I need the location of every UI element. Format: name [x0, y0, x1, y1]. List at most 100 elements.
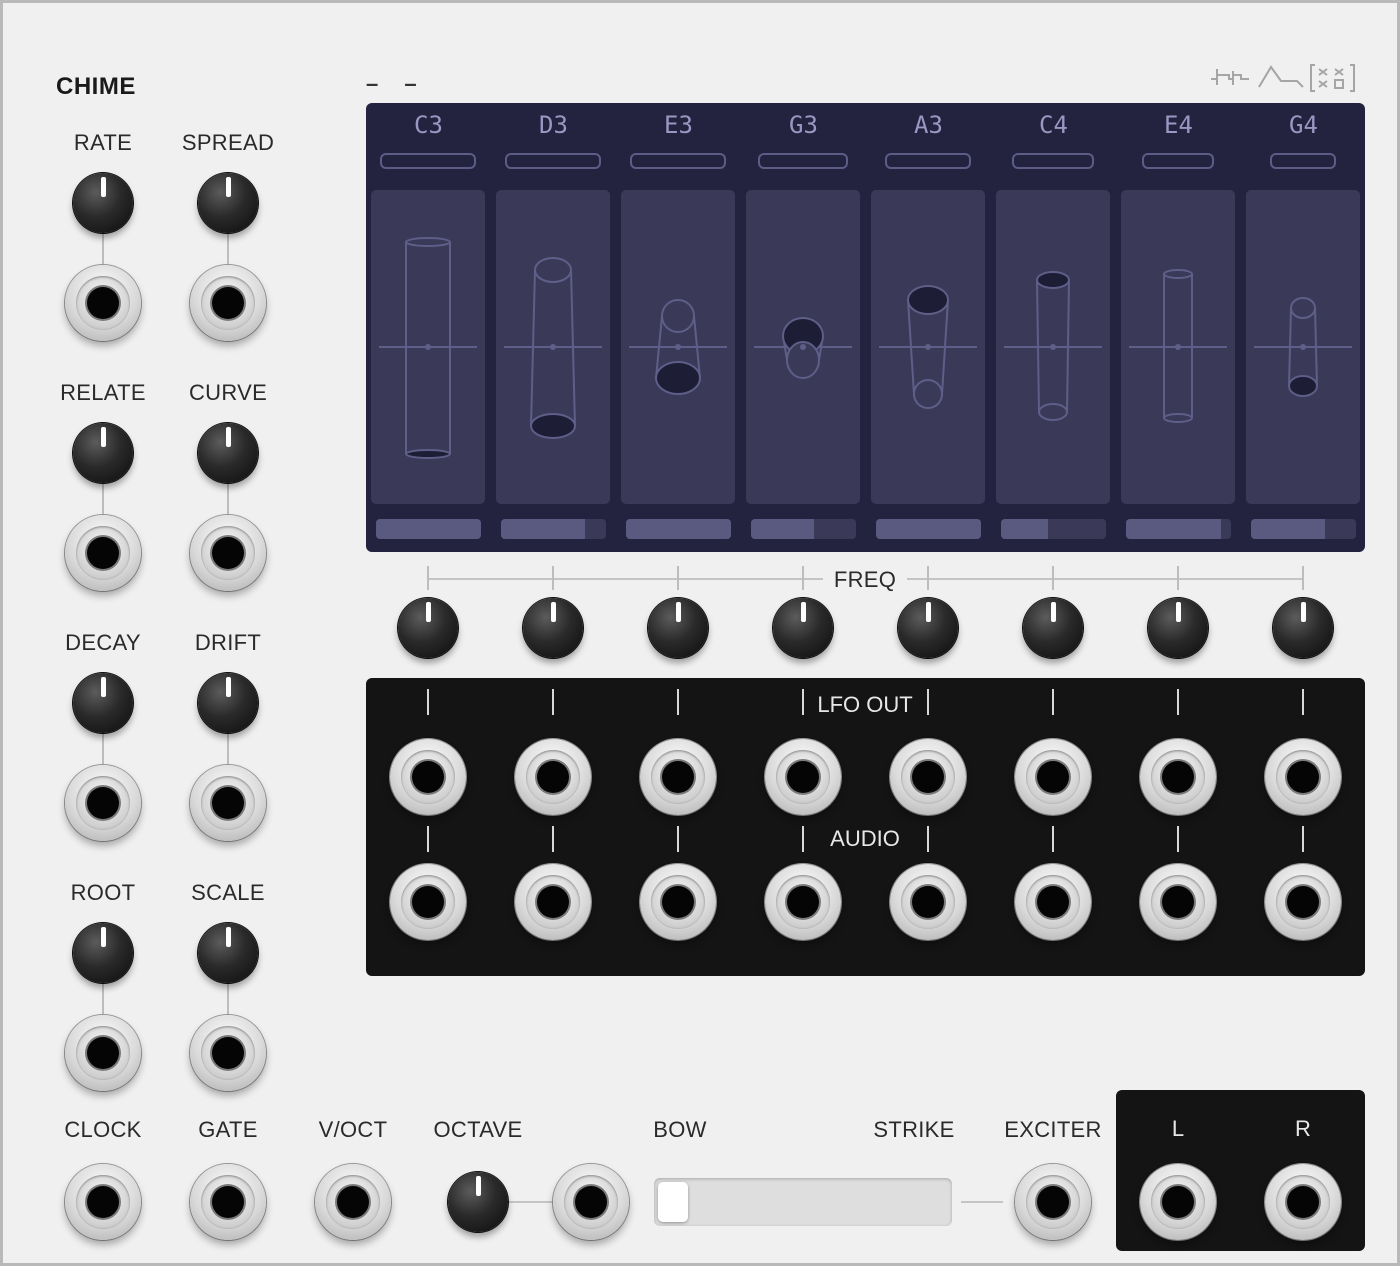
lfo-out-jack-a3[interactable]: [890, 739, 966, 815]
note-label-g4: G4: [1289, 111, 1318, 139]
resonator-column-g4: [1246, 190, 1360, 504]
gate-input-jack[interactable]: [190, 1164, 266, 1240]
level-meter-d3: [501, 519, 606, 539]
lfo-out-tick-c3: [427, 689, 429, 715]
chime-module-panel: CHIME – – RATE SPREAD RELATE CURVE DECAY DRIF…: [0, 0, 1400, 1266]
output-l-jack[interactable]: [1140, 1164, 1216, 1240]
lfo-out-jack-g4[interactable]: [1265, 739, 1341, 815]
level-meter-fill-d3: [501, 519, 585, 539]
cylinder-graphic-e4: [1129, 269, 1227, 423]
lfo-out-jack-c3[interactable]: [390, 739, 466, 815]
lfo-out-jack-e4[interactable]: [1140, 739, 1216, 815]
resonator-column-d3: [496, 190, 610, 504]
resonator-column-c4: [996, 190, 1110, 504]
note-label-a3: A3: [914, 111, 943, 139]
drift-cv-jack[interactable]: [190, 765, 266, 841]
freq-tick-c3: [427, 566, 429, 590]
lfo-out-jack-c4[interactable]: [1015, 739, 1091, 815]
freq-knob-e4[interactable]: [1148, 598, 1208, 658]
note-indicator-d3: [505, 153, 601, 169]
freq-knob-g3[interactable]: [773, 598, 833, 658]
level-meter-c4: [1001, 519, 1106, 539]
spread-knob[interactable]: [198, 173, 258, 233]
level-meter-g3: [751, 519, 856, 539]
curve-cv-jack[interactable]: [190, 515, 266, 591]
level-meter-fill-c4: [1001, 519, 1049, 539]
decay-label: DECAY: [65, 630, 141, 655]
waveform-icon: [1211, 69, 1249, 85]
lfo-out-label: LFO OUT: [817, 692, 913, 717]
level-meter-fill-c3: [376, 519, 481, 539]
freq-tick-a3: [927, 566, 929, 590]
exciter-label: EXCITER: [1004, 1117, 1102, 1142]
rate-cv-jack[interactable]: [65, 265, 141, 341]
root-label: ROOT: [70, 880, 136, 905]
resonator-display: C3 D3 E3 G3 A3 C4 E4 G4: [366, 103, 1365, 552]
note-indicator-e4: [1142, 153, 1214, 169]
audio-out-jack-c4[interactable]: [1015, 864, 1091, 940]
freq-knob-d3[interactable]: [523, 598, 583, 658]
note-label-c4: C4: [1039, 111, 1068, 139]
output-r-jack[interactable]: [1265, 1164, 1341, 1240]
audio-out-jack-c3[interactable]: [390, 864, 466, 940]
voct-input-jack[interactable]: [315, 1164, 391, 1240]
octave-knob[interactable]: [448, 1172, 508, 1232]
freq-tick-e4: [1177, 566, 1179, 590]
freq-knob-g4[interactable]: [1273, 598, 1333, 658]
exciter-connector: [961, 1201, 1003, 1203]
lfo-out-tick-e3: [677, 689, 679, 715]
lfo-out-jack-g3[interactable]: [765, 739, 841, 815]
bow-strike-slider-handle[interactable]: [658, 1182, 688, 1222]
root-cv-jack[interactable]: [65, 1015, 141, 1091]
lfo-out-jack-d3[interactable]: [515, 739, 591, 815]
scale-knob[interactable]: [198, 923, 258, 983]
bow-strike-slider[interactable]: [654, 1178, 952, 1226]
freq-knob-c3[interactable]: [398, 598, 458, 658]
note-indicator-e3: [630, 153, 726, 169]
root-knob[interactable]: [73, 923, 133, 983]
level-meter-fill-g3: [751, 519, 814, 539]
level-meter-fill-a3: [876, 519, 981, 539]
scale-cv-jack[interactable]: [190, 1015, 266, 1091]
freq-knob-a3[interactable]: [898, 598, 958, 658]
level-meter-c3: [376, 519, 481, 539]
octave-cv-jack[interactable]: [553, 1164, 629, 1240]
audio-out-jack-g4[interactable]: [1265, 864, 1341, 940]
decay-knob[interactable]: [73, 673, 133, 733]
audio-out-jack-g3[interactable]: [765, 864, 841, 940]
curve-knob[interactable]: [198, 423, 258, 483]
freq-tick-g3: [802, 566, 804, 590]
note-indicator-a3: [885, 153, 971, 169]
relate-label: RELATE: [60, 380, 146, 405]
rate-knob[interactable]: [73, 173, 133, 233]
audio-out-jack-a3[interactable]: [890, 864, 966, 940]
lfo-out-jack-e3[interactable]: [640, 739, 716, 815]
note-indicator-c3: [380, 153, 476, 169]
note-label-e4: E4: [1164, 111, 1193, 139]
audio-label: AUDIO: [830, 826, 900, 851]
freq-knob-c4[interactable]: [1023, 598, 1083, 658]
note-label-g3: G3: [789, 111, 818, 139]
audio-out-jack-e3[interactable]: [640, 864, 716, 940]
spread-label: SPREAD: [181, 130, 275, 155]
relate-cv-jack[interactable]: [65, 515, 141, 591]
drift-knob[interactable]: [198, 673, 258, 733]
cylinder-graphic-g3: [754, 317, 852, 379]
relate-knob[interactable]: [73, 423, 133, 483]
level-meter-fill-e3: [626, 519, 731, 539]
freq-knob-e3[interactable]: [648, 598, 708, 658]
module-logo: [1211, 64, 1355, 92]
audio-tick-d3: [552, 826, 554, 852]
envelope-icon: [1258, 65, 1304, 88]
note-indicator-c4: [1012, 153, 1094, 169]
cylinder-graphic-c3: [379, 237, 477, 459]
spread-cv-jack[interactable]: [190, 265, 266, 341]
clock-input-jack[interactable]: [65, 1164, 141, 1240]
exciter-input-jack[interactable]: [1015, 1164, 1091, 1240]
audio-out-jack-e4[interactable]: [1140, 864, 1216, 940]
decay-cv-jack[interactable]: [65, 765, 141, 841]
level-meter-e4: [1126, 519, 1231, 539]
audio-out-jack-d3[interactable]: [515, 864, 591, 940]
freq-label: FREQ: [833, 567, 897, 592]
rate-label: RATE: [73, 130, 133, 155]
